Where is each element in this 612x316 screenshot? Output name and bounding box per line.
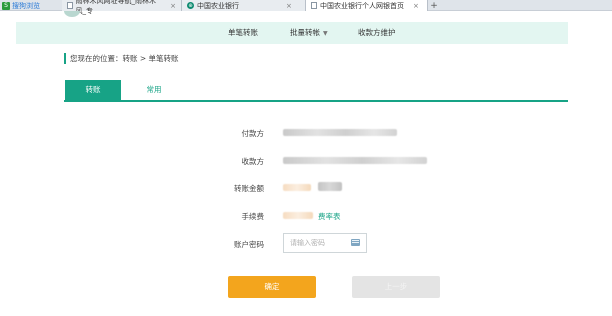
fee-value-redacted [283, 212, 313, 219]
nav-item-label: 单笔转账 [228, 28, 258, 37]
page-icon [311, 2, 317, 9]
new-tab-button[interactable]: + [428, 0, 440, 11]
browser-tab-3[interactable]: 中国农业银行个人网银首页 × [306, 0, 428, 11]
page-icon [67, 2, 73, 9]
breadcrumb-text: 您现在的位置：转账 > 单笔转账 [70, 53, 179, 63]
close-icon[interactable]: × [413, 2, 419, 10]
bank-logo-icon: ⊕ [187, 2, 194, 9]
browser-tab-1[interactable]: 雨林木风网址导航_雨林木风_专 × [62, 0, 182, 15]
previous-step-button[interactable]: 上一步 [352, 276, 440, 298]
payee-value-redacted [283, 157, 427, 164]
tab-transfer[interactable]: 转账 [65, 80, 121, 100]
amount-value-redacted [283, 184, 311, 191]
nav-bar: 单笔转账 批量转帐 ▼ 收款方维护 [16, 22, 568, 44]
payer-value-redacted [283, 129, 397, 136]
fee-label: 手续费 [241, 212, 265, 221]
browser-tab-title: 中国农业银行个人网银首页 [320, 1, 404, 10]
close-icon[interactable]: × [286, 2, 292, 10]
chevron-down-icon: ▼ [323, 30, 328, 37]
page-tabs: 转账 常用 [64, 80, 568, 102]
page-header-fragment [60, 11, 612, 19]
payee-label: 收款方 [241, 157, 265, 166]
keyboard-icon[interactable] [351, 239, 360, 246]
nav-item-batch-transfer[interactable]: 批量转帐 ▼ [290, 22, 328, 44]
fee-schedule-link[interactable]: 费率表 [318, 211, 341, 222]
browser-tab-2[interactable]: ⊕ 中国农业银行 × [182, 0, 306, 11]
nav-item-single-transfer[interactable]: 单笔转账 [228, 22, 258, 44]
browser-brand-label: 搜狗浏览 [12, 1, 40, 10]
confirm-button[interactable]: 确定 [228, 276, 316, 298]
tab-frequent[interactable]: 常用 [126, 80, 182, 100]
browser-logo-icon: S [2, 1, 10, 10]
payer-label: 付款方 [241, 129, 265, 138]
browser-brand[interactable]: S 搜狗浏览 [2, 0, 40, 11]
password-input[interactable]: 请输入密码 [283, 233, 367, 253]
password-placeholder: 请输入密码 [290, 239, 325, 247]
bank-logo-fragment [64, 11, 80, 17]
browser-tab-title: 中国农业银行 [197, 1, 239, 10]
browser-tab-bar: S 搜狗浏览 雨林木风网址导航_雨林木风_专 × ⊕ 中国农业银行 × 中国农业… [0, 0, 612, 15]
breadcrumb: 您现在的位置：转账 > 单笔转账 [64, 52, 179, 64]
close-icon[interactable]: × [170, 2, 176, 10]
breadcrumb-marker [64, 52, 66, 64]
amount-words-redacted [318, 182, 342, 191]
nav-item-label: 收款方维护 [358, 28, 396, 37]
nav-item-payee-maintenance[interactable]: 收款方维护 [358, 22, 396, 44]
password-label: 账户密码 [234, 240, 264, 249]
amount-label: 转账金额 [234, 184, 264, 193]
nav-item-label: 批量转帐 [290, 28, 320, 37]
